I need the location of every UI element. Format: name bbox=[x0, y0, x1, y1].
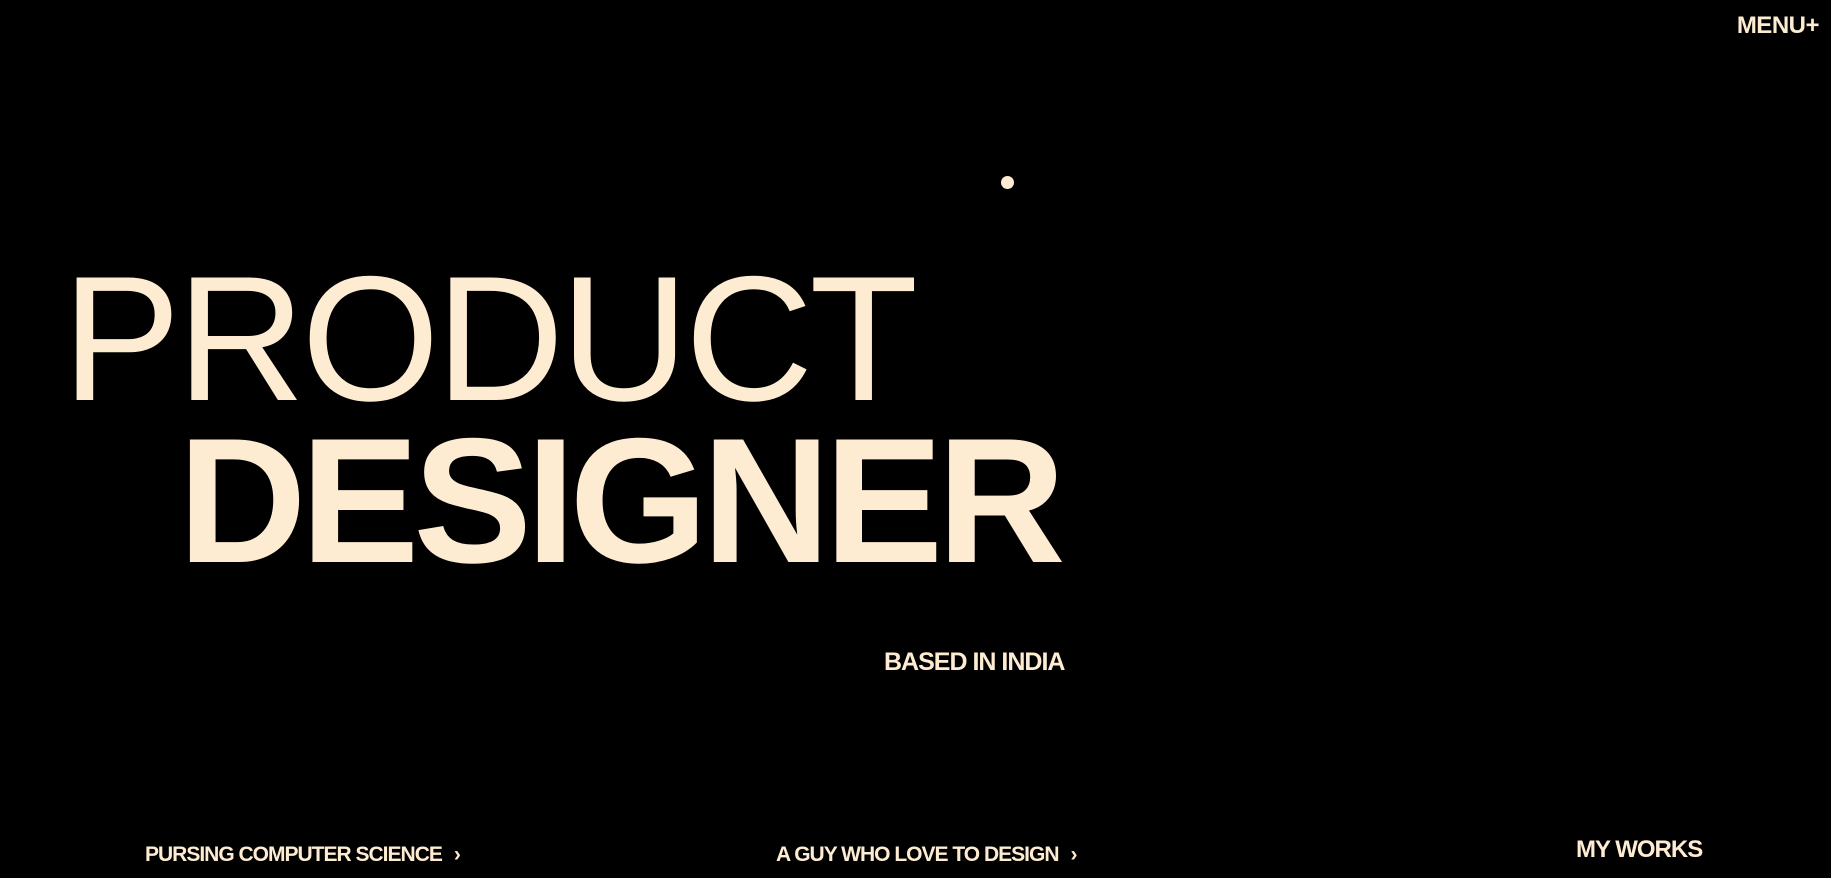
headline-line-designer: DESIGNER bbox=[178, 401, 1066, 600]
my-works-link[interactable]: MY WORKS bbox=[1576, 836, 1703, 864]
about-link-label: A GUY WHO LOVE TO DESIGN bbox=[776, 843, 1059, 866]
about-link[interactable]: A GUY WHO LOVE TO DESIGN › bbox=[776, 842, 1077, 868]
chevron-right-icon: › bbox=[453, 843, 461, 866]
education-link-label: PURSING COMPUTER SCIENCE bbox=[145, 843, 443, 866]
education-link[interactable]: PURSING COMPUTER SCIENCE › bbox=[145, 842, 461, 868]
location-text: BASED IN INDIA bbox=[884, 648, 1065, 676]
hero-headline: PRODUCT DESIGNER bbox=[0, 0, 1831, 600]
chevron-right-icon: › bbox=[1070, 843, 1077, 866]
